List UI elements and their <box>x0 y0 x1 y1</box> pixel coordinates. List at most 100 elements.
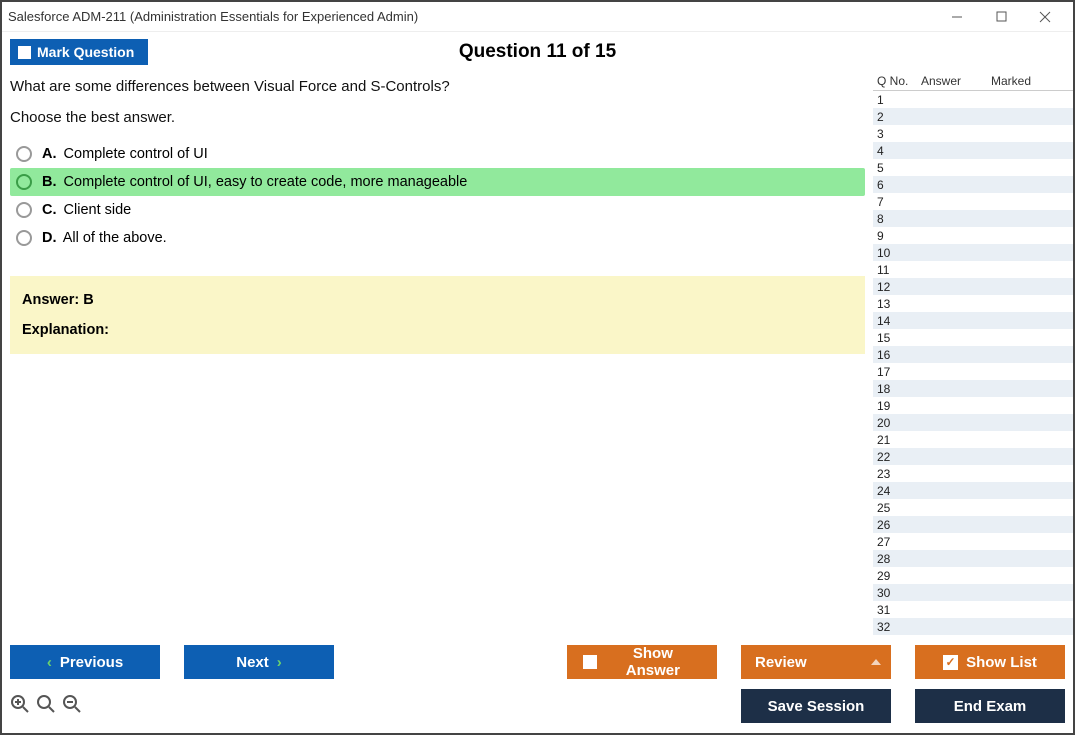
qlist-row[interactable]: 28 <box>873 550 1073 567</box>
qlist-row[interactable]: 4 <box>873 142 1073 159</box>
show-answer-button[interactable]: Show Answer <box>567 645 717 679</box>
option-d[interactable]: D. All of the above. <box>10 224 865 252</box>
qlist-row[interactable]: 26 <box>873 516 1073 533</box>
qlist-row[interactable]: 7 <box>873 193 1073 210</box>
qlist-number: 29 <box>877 569 921 583</box>
option-a[interactable]: A. Complete control of UI <box>10 140 865 168</box>
qlist-row[interactable]: 16 <box>873 346 1073 363</box>
explanation-label: Explanation: <box>22 322 109 338</box>
qlist-number: 13 <box>877 297 921 311</box>
col-header-qno: Q No. <box>877 74 921 88</box>
review-button[interactable]: Review <box>741 645 891 679</box>
qlist-row[interactable]: 25 <box>873 499 1073 516</box>
checked-box-icon: ✓ <box>943 655 958 670</box>
end-exam-label: End Exam <box>954 698 1027 715</box>
qlist-number: 31 <box>877 603 921 617</box>
qlist-row[interactable]: 14 <box>873 312 1073 329</box>
main-panel: What are some differences between Visual… <box>2 72 873 637</box>
qlist-row[interactable]: 3 <box>873 125 1073 142</box>
option-text: B. Complete control of UI, easy to creat… <box>42 174 467 190</box>
side-panel: Q No. Answer Marked 12345678910111213141… <box>873 72 1073 637</box>
qlist-number: 21 <box>877 433 921 447</box>
qlist-row[interactable]: 17 <box>873 363 1073 380</box>
footer-row-1: ‹ Previous Next › Show Answer Review ✓ S… <box>10 645 1065 679</box>
col-header-marked: Marked <box>991 74 1073 88</box>
next-button[interactable]: Next › <box>184 645 334 679</box>
save-session-button[interactable]: Save Session <box>741 689 891 723</box>
qlist-row[interactable]: 11 <box>873 261 1073 278</box>
qlist-number: 12 <box>877 280 921 294</box>
qlist-row[interactable]: 2 <box>873 108 1073 125</box>
checkbox-icon <box>583 655 597 669</box>
qlist-row[interactable]: 10 <box>873 244 1073 261</box>
minimize-button[interactable] <box>935 3 979 31</box>
chevron-right-icon: › <box>277 654 282 671</box>
qlist-number: 22 <box>877 450 921 464</box>
radio-icon <box>16 202 32 218</box>
end-exam-button[interactable]: End Exam <box>915 689 1065 723</box>
qlist-row[interactable]: 30 <box>873 584 1073 601</box>
radio-icon <box>16 146 32 162</box>
maximize-button[interactable] <box>979 3 1023 31</box>
qlist-number: 25 <box>877 501 921 515</box>
qlist-number: 32 <box>877 620 921 634</box>
qlist-number: 23 <box>877 467 921 481</box>
qlist-row[interactable]: 32 <box>873 618 1073 635</box>
qlist-number: 17 <box>877 365 921 379</box>
radio-icon <box>16 230 32 246</box>
qlist-row[interactable]: 18 <box>873 380 1073 397</box>
zoom-reset-icon[interactable] <box>36 694 56 719</box>
qlist-row[interactable]: 31 <box>873 601 1073 618</box>
show-list-button[interactable]: ✓ Show List <box>915 645 1065 679</box>
qlist-number: 18 <box>877 382 921 396</box>
qlist-number: 15 <box>877 331 921 345</box>
side-header: Q No. Answer Marked <box>873 72 1073 91</box>
qlist-row[interactable]: 9 <box>873 227 1073 244</box>
qlist-number: 16 <box>877 348 921 362</box>
show-answer-label: Show Answer <box>605 645 701 679</box>
option-c[interactable]: C. Client side <box>10 196 865 224</box>
qlist-row[interactable]: 24 <box>873 482 1073 499</box>
qlist-row[interactable]: 23 <box>873 465 1073 482</box>
app-window: Salesforce ADM-211 (Administration Essen… <box>0 0 1075 735</box>
qlist-row[interactable]: 1 <box>873 91 1073 108</box>
qlist-number: 24 <box>877 484 921 498</box>
qlist-row[interactable]: 15 <box>873 329 1073 346</box>
qlist-row[interactable]: 22 <box>873 448 1073 465</box>
qlist-row[interactable]: 33 <box>873 635 1073 637</box>
qlist-row[interactable]: 20 <box>873 414 1073 431</box>
titlebar: Salesforce ADM-211 (Administration Essen… <box>2 2 1073 32</box>
qlist-row[interactable]: 21 <box>873 431 1073 448</box>
qlist-row[interactable]: 5 <box>873 159 1073 176</box>
qlist-row[interactable]: 12 <box>873 278 1073 295</box>
qlist-row[interactable]: 19 <box>873 397 1073 414</box>
window-controls <box>935 3 1067 31</box>
question-list[interactable]: 1234567891011121314151617181920212223242… <box>873 91 1073 637</box>
zoom-out-icon[interactable] <box>62 694 82 719</box>
qlist-row[interactable]: 6 <box>873 176 1073 193</box>
answer-line: Answer: B <box>22 292 853 308</box>
chevron-up-icon <box>871 659 881 665</box>
qlist-row[interactable]: 29 <box>873 567 1073 584</box>
footer-row-2: Save Session End Exam <box>10 689 1065 723</box>
question-instruction: Choose the best answer. <box>10 109 865 126</box>
close-button[interactable] <box>1023 3 1067 31</box>
qlist-number: 26 <box>877 518 921 532</box>
previous-button[interactable]: ‹ Previous <box>10 645 160 679</box>
option-text: A. Complete control of UI <box>42 146 208 162</box>
option-b[interactable]: B. Complete control of UI, easy to creat… <box>10 168 865 196</box>
previous-label: Previous <box>60 654 123 671</box>
qlist-row[interactable]: 27 <box>873 533 1073 550</box>
mark-question-button[interactable]: Mark Question <box>10 39 148 65</box>
qlist-number: 27 <box>877 535 921 549</box>
qlist-row[interactable]: 13 <box>873 295 1073 312</box>
next-label: Next <box>236 654 269 671</box>
qlist-number: 4 <box>877 144 921 158</box>
zoom-in-icon[interactable] <box>10 694 30 719</box>
qlist-number: 9 <box>877 229 921 243</box>
qlist-number: 1 <box>877 93 921 107</box>
window-title: Salesforce ADM-211 (Administration Essen… <box>8 9 935 24</box>
qlist-number: 10 <box>877 246 921 260</box>
qlist-number: 7 <box>877 195 921 209</box>
qlist-row[interactable]: 8 <box>873 210 1073 227</box>
